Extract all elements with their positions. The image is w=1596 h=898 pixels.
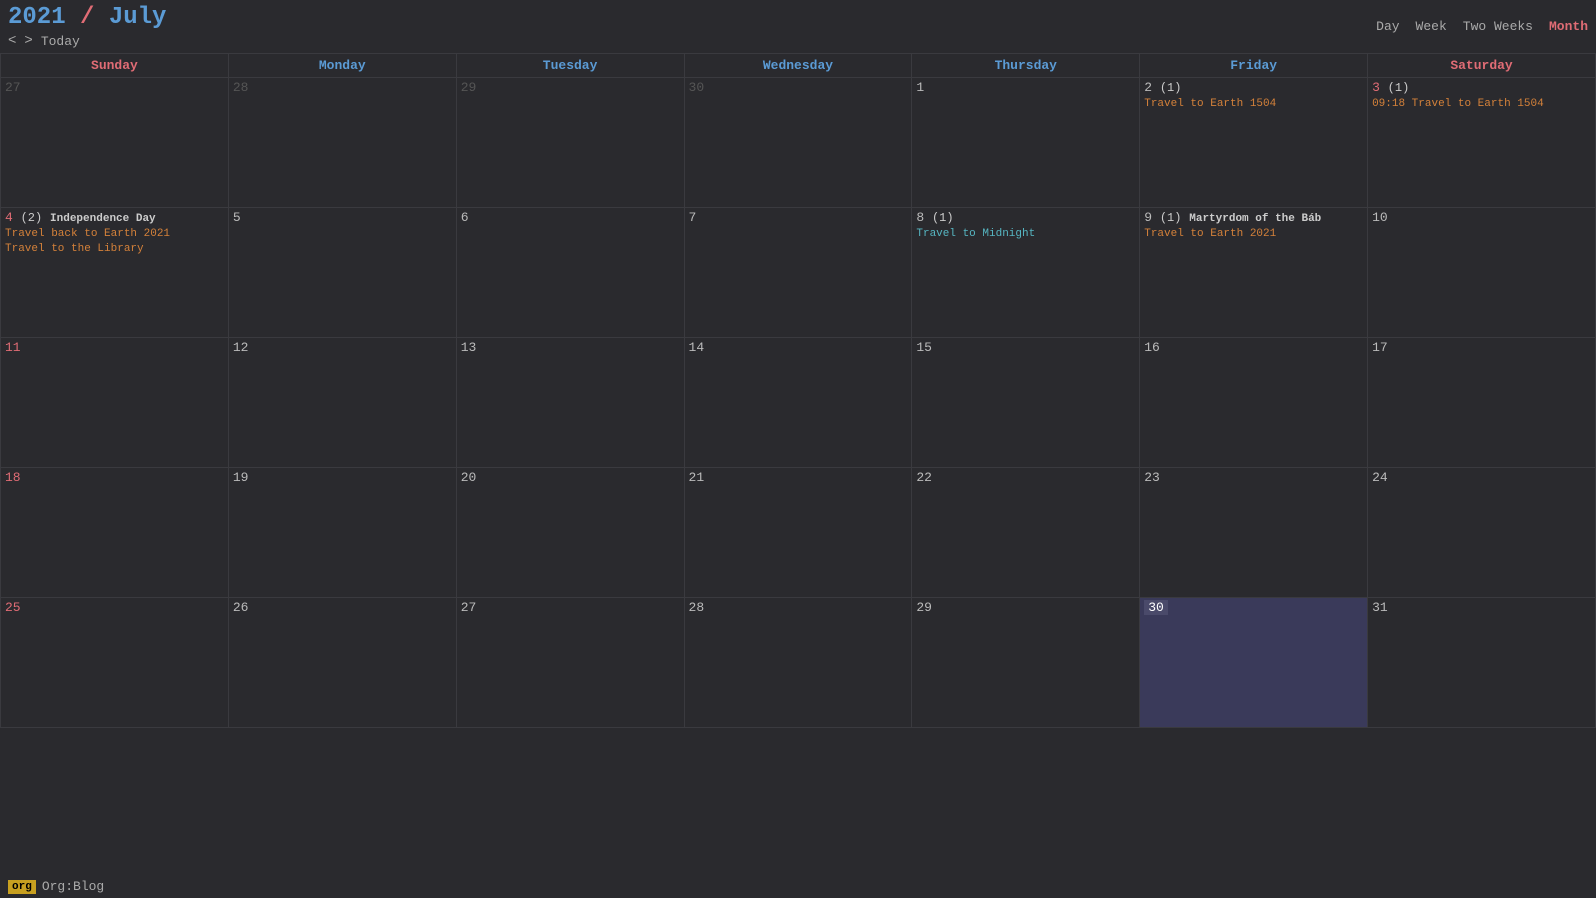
calendar-cell[interactable]: 13 bbox=[456, 338, 684, 468]
calendar-cell[interactable]: 14 bbox=[684, 338, 912, 468]
week-row: 27 28 29 30 1 2 (1) Travel to Earth 1504… bbox=[1, 78, 1596, 208]
calendar-cell[interactable]: 17 bbox=[1368, 338, 1596, 468]
week-row: 11 12 13 14 15 16 17 bbox=[1, 338, 1596, 468]
calendar-cell[interactable]: 5 bbox=[228, 208, 456, 338]
event: Travel back to Earth 2021 bbox=[5, 227, 224, 242]
calendar-cell[interactable]: 31 bbox=[1368, 598, 1596, 728]
calendar-cell[interactable]: 19 bbox=[228, 468, 456, 598]
header-wednesday: Wednesday bbox=[684, 54, 912, 78]
header-friday: Friday bbox=[1140, 54, 1368, 78]
calendar-cell[interactable]: 30 bbox=[684, 78, 912, 208]
calendar-cell[interactable]: 29 bbox=[912, 598, 1140, 728]
calendar-cell[interactable]: 7 bbox=[684, 208, 912, 338]
calendar-cell[interactable]: 8 (1) Travel to Midnight bbox=[912, 208, 1140, 338]
calendar-cell[interactable]: 12 bbox=[228, 338, 456, 468]
calendar-cell[interactable]: 24 bbox=[1368, 468, 1596, 598]
top-bar: 2021 / July < > Today Day Week Two Weeks… bbox=[0, 0, 1596, 53]
header-thursday: Thursday bbox=[912, 54, 1140, 78]
footer-tag: org bbox=[8, 880, 36, 894]
calendar-cell[interactable]: 30 bbox=[1140, 598, 1368, 728]
calendar-cell[interactable]: 3 (1) 09:18 Travel to Earth 1504 bbox=[1368, 78, 1596, 208]
calendar-cell[interactable]: 15 bbox=[912, 338, 1140, 468]
calendar-cell[interactable]: 23 bbox=[1140, 468, 1368, 598]
nav-left: < > Today bbox=[0, 33, 174, 53]
calendar-cell[interactable]: 1 bbox=[912, 78, 1140, 208]
calendar-cell[interactable]: 20 bbox=[456, 468, 684, 598]
view-month-button[interactable]: Month bbox=[1549, 19, 1588, 34]
calendar-cell[interactable]: 21 bbox=[684, 468, 912, 598]
prev-button[interactable]: < bbox=[8, 33, 16, 49]
calendar-cell[interactable]: 11 bbox=[1, 338, 229, 468]
header-tuesday: Tuesday bbox=[456, 54, 684, 78]
header-sunday: Sunday bbox=[1, 54, 229, 78]
calendar-cell[interactable]: 27 bbox=[1, 78, 229, 208]
event: Travel to Earth 2021 bbox=[1144, 227, 1363, 242]
title-month: July bbox=[109, 4, 167, 31]
calendar-cell[interactable]: 2 (1) Travel to Earth 1504 bbox=[1140, 78, 1368, 208]
calendar-cell[interactable]: 10 bbox=[1368, 208, 1596, 338]
footer-label: Org:Blog bbox=[42, 879, 104, 894]
view-nav: Day Week Two Weeks Month bbox=[1376, 19, 1596, 34]
calendar-body: 27 28 29 30 1 2 (1) Travel to Earth 1504… bbox=[1, 78, 1596, 728]
week-row: 25 26 27 28 29 30 31 bbox=[1, 598, 1596, 728]
next-button[interactable]: > bbox=[24, 33, 32, 49]
title-year: 2021 bbox=[8, 4, 66, 31]
calendar-cell[interactable]: 28 bbox=[228, 78, 456, 208]
calendar-grid: Sunday Monday Tuesday Wednesday Thursday… bbox=[0, 53, 1596, 728]
calendar-cell[interactable]: 26 bbox=[228, 598, 456, 728]
calendar-cell[interactable]: 16 bbox=[1140, 338, 1368, 468]
calendar-cell[interactable]: 18 bbox=[1, 468, 229, 598]
today-button[interactable]: Today bbox=[41, 34, 80, 49]
calendar-cell[interactable]: 22 bbox=[912, 468, 1140, 598]
view-day-button[interactable]: Day bbox=[1376, 19, 1399, 34]
calendar-cell[interactable]: 28 bbox=[684, 598, 912, 728]
week-row: 18 19 20 21 22 23 24 bbox=[1, 468, 1596, 598]
header: 2021 / July bbox=[0, 0, 174, 33]
calendar-cell[interactable]: 4 (2) Independence Day Travel back to Ea… bbox=[1, 208, 229, 338]
calendar-cell[interactable]: 9 (1) Martyrdom of the Báb Travel to Ear… bbox=[1140, 208, 1368, 338]
event: Travel to Earth 1504 bbox=[1144, 97, 1363, 112]
event: Travel to the Library bbox=[5, 242, 224, 257]
event: 09:18 Travel to Earth 1504 bbox=[1372, 97, 1591, 112]
footer: org Org:Blog bbox=[0, 875, 1596, 898]
calendar-cell[interactable]: 25 bbox=[1, 598, 229, 728]
event: Travel to Midnight bbox=[916, 227, 1135, 242]
week-row: 4 (2) Independence Day Travel back to Ea… bbox=[1, 208, 1596, 338]
calendar-cell[interactable]: 6 bbox=[456, 208, 684, 338]
view-week-button[interactable]: Week bbox=[1416, 19, 1447, 34]
header-saturday: Saturday bbox=[1368, 54, 1596, 78]
weekday-header-row: Sunday Monday Tuesday Wednesday Thursday… bbox=[1, 54, 1596, 78]
view-two-weeks-button[interactable]: Two Weeks bbox=[1463, 19, 1533, 34]
header-monday: Monday bbox=[228, 54, 456, 78]
calendar-cell[interactable]: 27 bbox=[456, 598, 684, 728]
title-slash: / bbox=[80, 4, 109, 31]
calendar-title: 2021 / July bbox=[8, 4, 166, 31]
calendar-cell[interactable]: 29 bbox=[456, 78, 684, 208]
